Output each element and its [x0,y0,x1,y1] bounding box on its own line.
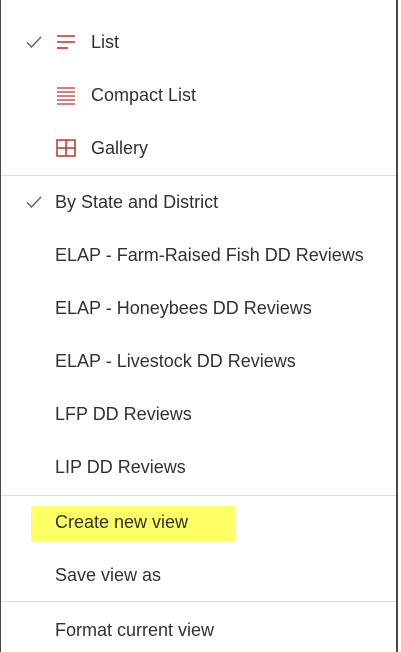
gallery-icon [56,139,76,157]
checkmark-icon [26,36,42,49]
view-options-menu: List Compact List Gallery By State and D… [0,0,398,652]
menu-item-label: List [91,32,120,52]
menu-item-label: LIP DD Reviews [55,457,186,477]
menu-item-view-lip[interactable]: LIP DD Reviews [1,447,396,487]
menu-item-view-elap-livestock[interactable]: ELAP - Livestock DD Reviews [1,341,396,381]
menu-item-label: LFP DD Reviews [55,404,192,424]
menu-item-view-elap-farm-raised-fish[interactable]: ELAP - Farm-Raised Fish DD Reviews [1,235,396,275]
menu-item-label: Gallery [91,138,149,158]
menu-item-label: ELAP - Livestock DD Reviews [55,351,296,371]
menu-item-compact-list[interactable]: Compact List [1,75,396,115]
menu-item-gallery[interactable]: Gallery [1,128,396,168]
menu-divider [1,175,396,176]
checkmark-icon [26,196,42,209]
menu-item-view-lfp[interactable]: LFP DD Reviews [1,394,396,434]
menu-divider [1,601,396,602]
menu-item-label: By State and District [55,192,219,212]
menu-item-list[interactable]: List [1,22,396,62]
menu-item-label: ELAP - Honeybees DD Reviews [55,298,312,318]
create-new-view-button[interactable]: Create new view [1,502,396,542]
menu-item-label: Create new view [55,512,189,532]
menu-item-view-elap-honeybees[interactable]: ELAP - Honeybees DD Reviews [1,288,396,328]
menu-item-label: Save view as [55,565,162,585]
compact-list-icon [57,87,75,105]
menu-item-label: ELAP - Farm-Raised Fish DD Reviews [55,245,364,265]
format-current-view-button[interactable]: Format current view [1,610,396,650]
menu-item-view-by-state-and-district[interactable]: By State and District [1,182,396,222]
menu-divider [1,495,396,496]
menu-item-label: Format current view [55,620,215,640]
list-icon [57,35,75,49]
save-view-as-button[interactable]: Save view as [1,555,396,595]
menu-item-label: Compact List [91,85,197,105]
